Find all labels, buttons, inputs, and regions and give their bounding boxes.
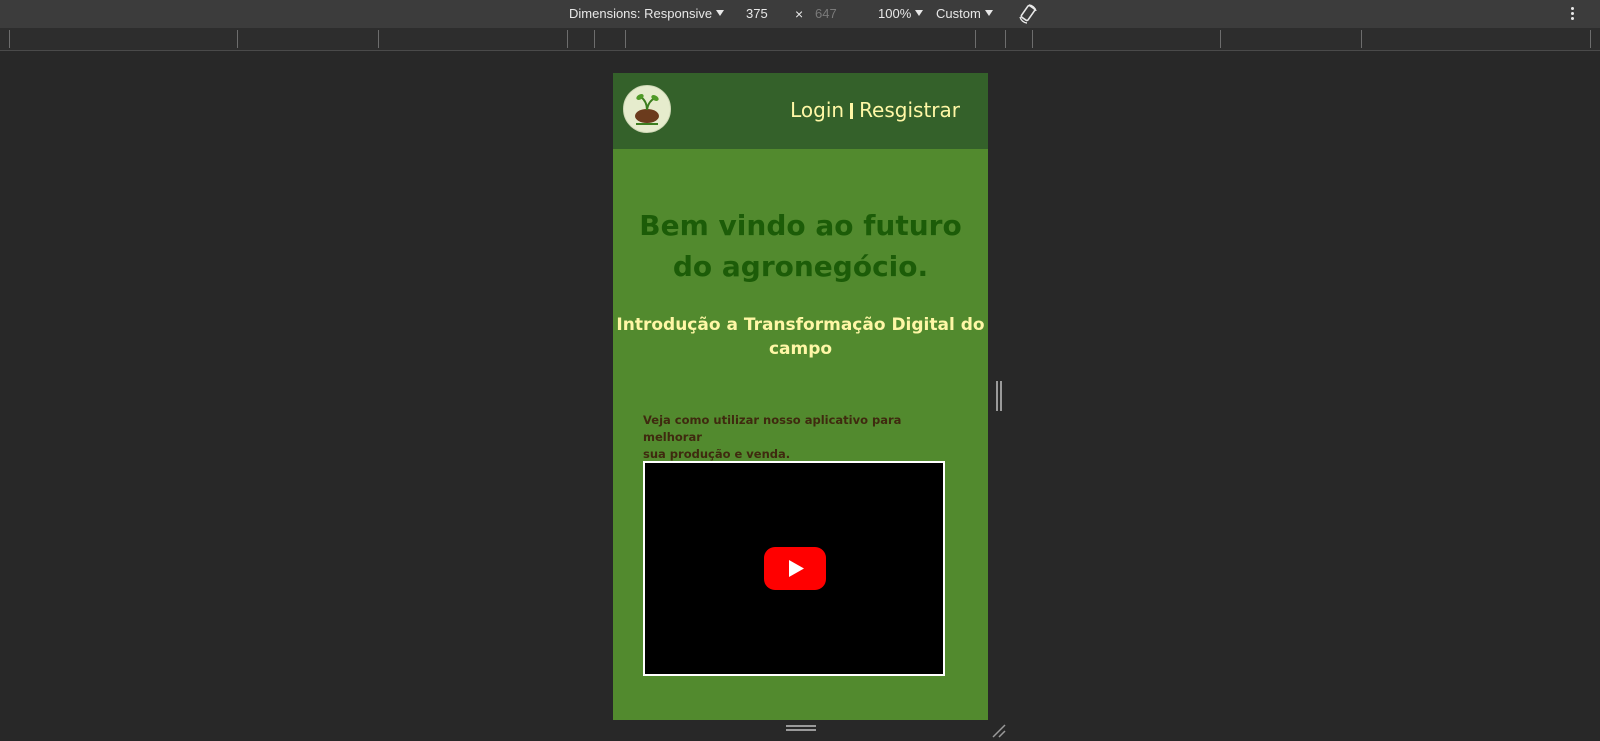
height-input[interactable]: 647 [815, 6, 837, 21]
right-resize-handle[interactable] [996, 381, 1004, 411]
link-separator [850, 103, 854, 119]
sprout-logo-icon [635, 94, 659, 125]
media-query-marker[interactable] [1361, 30, 1362, 48]
width-input[interactable]: 375 [746, 6, 768, 21]
hero-title: Bem vindo ao futuro do agronegócio. [613, 205, 988, 287]
media-query-marker[interactable] [1590, 30, 1591, 48]
kebab-menu-icon[interactable] [1568, 5, 1576, 23]
login-link[interactable]: Login [790, 98, 844, 122]
throttle-dropdown[interactable]: Custom [936, 6, 993, 21]
media-query-marker[interactable] [594, 30, 595, 48]
media-query-bar [0, 28, 1600, 51]
caret-down-icon [716, 10, 725, 16]
youtube-play-icon[interactable] [764, 547, 826, 590]
zoom-dropdown[interactable]: 100% [878, 6, 924, 21]
dimensions-dropdown[interactable]: Dimensions: Responsive [569, 6, 725, 21]
video-description: Veja como utilizar nosso aplicativo para… [643, 412, 953, 463]
zoom-label: 100% [878, 6, 912, 21]
corner-resize-icon[interactable] [990, 722, 1006, 738]
section-subtitle: Introdução a Transformação Digital do ca… [613, 313, 988, 361]
subtitle-line: Introdução a Transformação Digital do [616, 315, 985, 335]
bottom-resize-handle[interactable] [786, 725, 816, 733]
media-query-marker[interactable] [567, 30, 568, 48]
caret-down-icon [915, 10, 924, 16]
media-query-marker[interactable] [378, 30, 379, 48]
auth-links: Login Resgistrar [790, 98, 960, 122]
media-query-marker[interactable] [1005, 30, 1006, 48]
caret-down-icon [984, 10, 993, 16]
rotate-icon[interactable] [1017, 3, 1039, 25]
hero-title-line: Bem vindo ao futuro [639, 209, 962, 242]
video-embed[interactable] [643, 461, 945, 676]
media-query-marker[interactable] [237, 30, 238, 48]
hero-title-line: do agronegócio. [672, 250, 929, 283]
subtitle-line: campo [768, 339, 833, 359]
dimensions-label: Dimensions: Responsive [569, 6, 713, 21]
logo[interactable] [623, 85, 671, 133]
site-header: Login Resgistrar [613, 73, 988, 149]
media-query-marker[interactable] [625, 30, 626, 48]
media-query-marker[interactable] [1220, 30, 1221, 48]
dimension-separator: × [795, 6, 804, 22]
description-line: Veja como utilizar nosso aplicativo para… [643, 413, 902, 444]
media-query-marker[interactable] [975, 30, 976, 48]
throttle-label: Custom [936, 6, 981, 21]
device-viewport: Login Resgistrar Bem vindo ao futuro do a… [613, 73, 988, 720]
media-query-marker[interactable] [9, 30, 10, 48]
register-link[interactable]: Resgistrar [859, 98, 960, 122]
devtools-device-toolbar: Dimensions: Responsive 375 × 647 100% Cu… [0, 0, 1600, 28]
media-query-marker[interactable] [1032, 30, 1033, 48]
